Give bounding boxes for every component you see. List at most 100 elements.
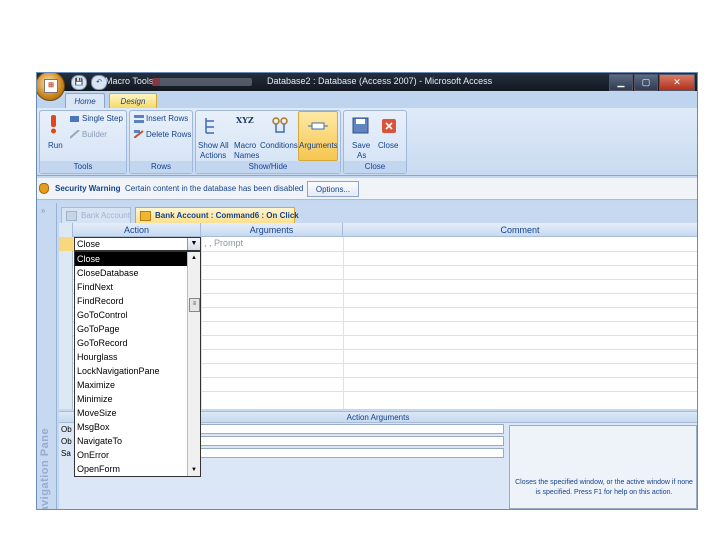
form-icon xyxy=(66,210,77,221)
show-all-actions-icon xyxy=(204,117,218,137)
dropdown-item[interactable]: GoToPage xyxy=(75,322,200,336)
single-step-icon xyxy=(70,115,80,125)
conditions-icon xyxy=(272,117,288,137)
tab-home[interactable]: Home xyxy=(65,93,105,108)
maximize-button[interactable]: ▢ xyxy=(634,74,658,91)
dropdown-item[interactable]: FindNext xyxy=(75,280,200,294)
run-icon[interactable] xyxy=(50,115,56,134)
dropdown-item[interactable]: Hourglass xyxy=(75,350,200,364)
action-combo[interactable]: Close ▼ xyxy=(74,237,201,251)
dropdown-item[interactable]: CloseDatabase xyxy=(75,266,200,280)
chevron-right-icon[interactable]: » xyxy=(41,206,45,215)
argument-label-object-type: Ob xyxy=(61,425,72,434)
argument-label-object-name: Ob xyxy=(61,437,72,446)
quick-access-toolbar: 💾 ↶ xyxy=(71,75,107,90)
ribbon-group-show-hide: Show All Actions XYZ Macro Names Conditi… xyxy=(195,110,341,174)
scroll-down-icon[interactable]: ▼ xyxy=(188,464,200,476)
scroll-up-icon[interactable]: ▲ xyxy=(188,252,200,264)
save-as-label-2: As xyxy=(357,151,367,160)
dropdown-item[interactable]: Maximize xyxy=(75,378,200,392)
ribbon-group-rows: Insert Rows Delete Rows Rows xyxy=(129,110,193,174)
doc-tab-bank-account[interactable]: Bank Account xyxy=(61,207,131,223)
options-button[interactable]: Options... xyxy=(307,181,359,197)
dropdown-item[interactable]: GoToControl xyxy=(75,308,200,322)
save-icon[interactable]: 💾 xyxy=(71,75,87,90)
scroll-thumb[interactable]: ≡ xyxy=(189,298,200,312)
ribbon-group-tools: Run Single Step Builder Tools xyxy=(39,110,127,174)
chevron-down-icon[interactable]: ▼ xyxy=(187,238,200,250)
current-arguments-cell: , , Prompt xyxy=(204,238,244,248)
minimize-button[interactable]: ▁ xyxy=(609,74,633,91)
insert-rows-button[interactable]: Insert Rows xyxy=(146,114,188,123)
security-warning-bar: Security Warning Certain content in the … xyxy=(37,178,697,200)
ribbon: Run Single Step Builder Tools Insert Row… xyxy=(37,108,697,176)
builder-button[interactable]: Builder xyxy=(82,130,107,139)
close-window-button[interactable]: ✕ xyxy=(659,74,695,91)
window-title: Database2 : Database (Access 2007) - Mic… xyxy=(267,76,493,86)
access-window: 💾 ↶ Macro Tools Database2 : Database (Ac… xyxy=(36,72,698,510)
ribbon-group-close: Save As Close Close xyxy=(343,110,407,174)
dropdown-item[interactable]: OpenForm xyxy=(75,462,200,476)
insert-rows-icon xyxy=(134,115,144,125)
dropdown-item[interactable]: NavigateTo xyxy=(75,434,200,448)
window-controls: ▁ ▢ ✕ xyxy=(609,74,695,91)
arguments-button[interactable]: Arguments xyxy=(299,141,338,150)
save-as-button[interactable]: Save xyxy=(352,141,370,150)
office-logo-icon: ⊞ xyxy=(44,79,58,93)
arguments-button-highlight[interactable] xyxy=(298,111,338,161)
dropdown-scrollbar[interactable]: ▲ ≡ ▼ xyxy=(187,252,200,476)
help-text: Closes the specified window, or the acti… xyxy=(515,479,693,496)
context-tab-label: Macro Tools xyxy=(105,76,154,86)
builder-icon xyxy=(69,129,80,141)
security-warning-message: Certain content in the database has been… xyxy=(125,184,304,193)
action-combo-value: Close xyxy=(77,239,101,249)
group-label-close: Close xyxy=(344,161,406,173)
show-all-actions-label-2: Actions xyxy=(200,151,227,160)
conditions-button[interactable]: Conditions xyxy=(260,141,298,150)
macro-icon xyxy=(140,210,151,221)
argument-field-object-type[interactable] xyxy=(189,424,504,434)
column-divider xyxy=(343,237,344,409)
doc-tab-macro[interactable]: Bank Account : Command6 : On Click xyxy=(135,207,299,223)
group-label-show-hide: Show/Hide xyxy=(196,161,340,173)
group-label-tools: Tools xyxy=(40,161,126,173)
dropdown-item[interactable]: MoveSize xyxy=(75,406,200,420)
close-macro-button[interactable]: Close xyxy=(378,141,398,150)
column-header-arguments[interactable]: Arguments xyxy=(201,223,343,237)
dropdown-item[interactable]: LockNavigationPane xyxy=(75,364,200,378)
arguments-icon xyxy=(308,121,328,133)
group-label-rows: Rows xyxy=(130,161,192,173)
delete-rows-button[interactable]: Delete Rows xyxy=(146,130,191,139)
help-box: Closes the specified window, or the acti… xyxy=(509,425,697,509)
delete-rows-icon xyxy=(133,130,144,140)
column-divider xyxy=(201,237,202,409)
single-step-button[interactable]: Single Step xyxy=(82,114,123,123)
navigation-pane[interactable]: » Navigation Pane xyxy=(37,203,57,510)
macro-names-label-2: Names xyxy=(234,151,260,160)
dropdown-item[interactable]: GoToRecord xyxy=(75,336,200,350)
argument-field-object-name[interactable] xyxy=(189,436,504,446)
title-bar: 💾 ↶ Macro Tools Database2 : Database (Ac… xyxy=(37,73,697,91)
run-button[interactable]: Run xyxy=(48,141,63,150)
column-header-action[interactable]: Action xyxy=(73,223,201,237)
save-as-icon xyxy=(352,117,370,137)
macro-names-button[interactable]: Macro xyxy=(234,141,256,150)
dropdown-item[interactable]: Close xyxy=(75,252,200,266)
blurred-title-segment xyxy=(152,78,252,86)
argument-label-save: Sa xyxy=(61,449,71,458)
close-macro-icon xyxy=(382,119,396,135)
dropdown-item[interactable]: MsgBox xyxy=(75,420,200,434)
shield-icon xyxy=(39,183,49,194)
dropdown-item[interactable]: FindRecord xyxy=(75,294,200,308)
column-header-comment[interactable]: Comment xyxy=(343,223,697,237)
macro-names-icon: XYZ xyxy=(236,115,254,125)
ribbon-tab-row: Home Design xyxy=(37,91,697,108)
document-tabs: Bank Account Bank Account : Command6 : O… xyxy=(57,203,697,223)
dropdown-item[interactable]: OnError xyxy=(75,448,200,462)
argument-field-save[interactable]: pt xyxy=(189,448,504,458)
navigation-pane-label: Navigation Pane xyxy=(39,427,51,510)
dropdown-item[interactable]: Minimize xyxy=(75,392,200,406)
show-all-actions-button[interactable]: Show All xyxy=(198,141,229,150)
action-dropdown-list[interactable]: Close CloseDatabase FindNext FindRecord … xyxy=(74,251,201,477)
tab-design[interactable]: Design xyxy=(109,93,157,108)
